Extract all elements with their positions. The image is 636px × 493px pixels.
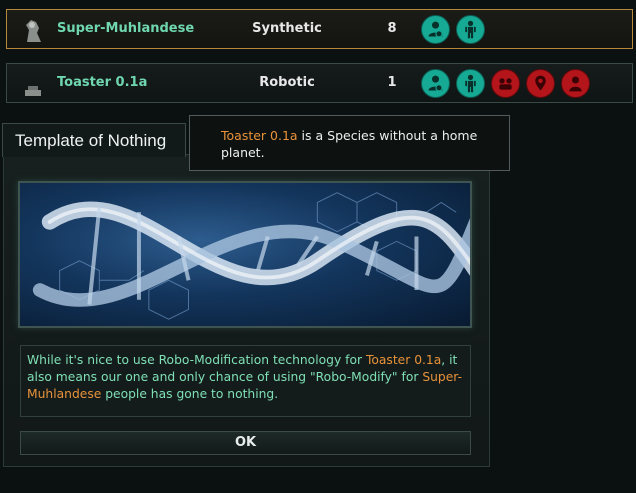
dialog-title-tab: Template of Nothing [2, 123, 186, 157]
gear-person-icon[interactable] [421, 69, 450, 98]
dialog-message: While it's nice to use Robo-Modification… [20, 345, 471, 417]
species-portrait-icon [19, 16, 47, 44]
message-part: people has gone to nothing. [101, 387, 279, 401]
message-part: While it's nice to use Robo-Modification… [27, 353, 366, 367]
message-text: While it's nice to use Robo-Modification… [27, 352, 467, 403]
tooltip-text: Toaster 0.1a is a Species without a home… [221, 127, 501, 161]
species-pop-count: 8 [387, 21, 397, 36]
dialog-title: Template of Nothing [15, 131, 167, 150]
species-pop-count: 1 [387, 75, 397, 90]
species-type: Robotic [259, 75, 315, 90]
species-tooltip: Toaster 0.1a is a Species without a home… [189, 115, 510, 171]
species-name: Toaster 0.1a [57, 75, 148, 90]
species-action-icons [421, 69, 590, 98]
ok-button[interactable]: OK [20, 431, 471, 455]
species-portrait-icon [19, 70, 47, 98]
species-name: Super-Muhlandese [57, 21, 195, 36]
species-row-toaster[interactable]: Toaster 0.1a Robotic 1 [6, 63, 633, 103]
message-species-highlight: Toaster 0.1a [365, 353, 442, 367]
species-type: Synthetic [252, 21, 322, 36]
humanoid-figure-icon[interactable] [456, 15, 485, 44]
purge-icon[interactable] [491, 69, 520, 98]
tooltip-species: Toaster 0.1a [221, 128, 298, 143]
humanoid-figure-icon[interactable] [456, 69, 485, 98]
gear-person-icon[interactable] [421, 15, 450, 44]
person-icon[interactable] [561, 69, 590, 98]
species-row-super-muhlandese[interactable]: Super-Muhlandese Synthetic 8 [6, 9, 633, 49]
dialog-illustration [18, 181, 472, 328]
species-action-icons [421, 15, 485, 44]
pin-person-icon[interactable] [526, 69, 555, 98]
